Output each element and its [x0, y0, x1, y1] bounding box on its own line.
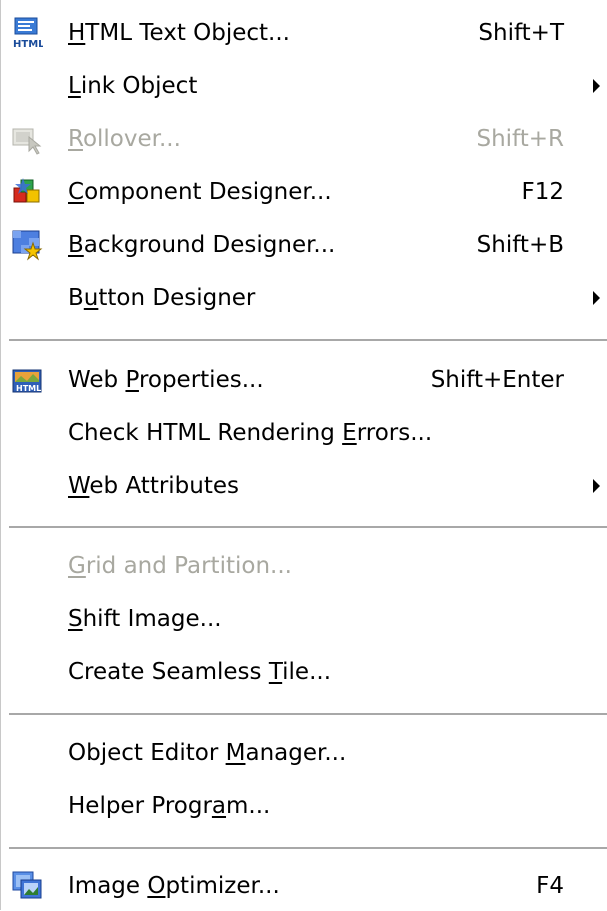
shortcut-text: F4: [536, 873, 564, 899]
menu-item-label: Background Designer...: [68, 232, 336, 258]
rollover-icon: [11, 123, 43, 155]
html-text-object-icon: HTML: [11, 17, 45, 50]
svg-text:HTML: HTML: [13, 39, 43, 49]
menu-item-label: Grid and Partition...: [68, 553, 292, 579]
menu-item-check-html-rendering-errors[interactable]: Check HTML Rendering Errors...: [1, 408, 607, 458]
menu-item-label: Check HTML Rendering Errors...: [68, 420, 433, 446]
menu-item-label: Link Object: [68, 73, 198, 99]
menu-item-label: HTML Text Object...: [68, 20, 290, 46]
menu-separator: [9, 847, 607, 850]
menu-item-label: Rollover...: [68, 126, 181, 152]
submenu-arrow-icon: [593, 79, 600, 93]
menu-item-label: Web Properties...: [68, 367, 264, 393]
menu-item-label: Object Editor Manager...: [68, 740, 347, 766]
menu-item-label: Shift Image...: [68, 606, 222, 632]
shortcut-text: Shift+T: [478, 20, 564, 46]
shortcut-text: F12: [521, 179, 565, 205]
menu-item-button-designer[interactable]: Button Designer: [1, 273, 607, 323]
menu-item-shift-image[interactable]: Shift Image...: [1, 594, 607, 644]
menu-item-label: Button Designer: [68, 285, 256, 311]
menu-separator: [9, 339, 607, 342]
menu-item-create-seamless-tile[interactable]: Create Seamless Tile...: [1, 647, 607, 697]
shortcut-text: Shift+Enter: [430, 367, 564, 393]
image-optimizer-icon: [11, 870, 43, 902]
menu-item-link-object[interactable]: Link Object: [1, 61, 607, 111]
menu-item-component-designer[interactable]: Component Designer... F12: [1, 167, 607, 217]
background-designer-icon: [11, 229, 43, 261]
menu-item-web-properties[interactable]: HTML Web Properties... Shift+Enter: [1, 355, 607, 405]
menu-item-label: Component Designer...: [68, 179, 332, 205]
menu-item-helper-program[interactable]: Helper Program...: [1, 781, 607, 831]
component-designer-icon: [11, 176, 43, 208]
menu-item-grid-and-partition[interactable]: Grid and Partition...: [1, 541, 607, 591]
context-menu: HTML HTML Text Object... Shift+T Link Ob…: [0, 0, 607, 910]
menu-separator: [9, 713, 607, 716]
menu-item-html-text-object[interactable]: HTML HTML Text Object... Shift+T: [1, 8, 607, 58]
svg-text:HTML: HTML: [16, 384, 41, 393]
menu-item-image-optimizer[interactable]: Image Optimizer... F4: [1, 861, 607, 911]
submenu-arrow-icon: [593, 291, 600, 305]
shortcut-text: Shift+B: [476, 232, 564, 258]
menu-item-label: Create Seamless Tile...: [68, 659, 332, 685]
shortcut-text: Shift+R: [476, 126, 564, 152]
web-properties-icon: HTML: [11, 364, 43, 396]
submenu-arrow-icon: [593, 479, 600, 493]
menu-item-label: Helper Program...: [68, 793, 271, 819]
menu-item-web-attributes[interactable]: Web Attributes: [1, 461, 607, 511]
menu-item-background-designer[interactable]: Background Designer... Shift+B: [1, 220, 607, 270]
menu-item-object-editor-manager[interactable]: Object Editor Manager...: [1, 728, 607, 778]
menu-item-rollover[interactable]: Rollover... Shift+R: [1, 114, 607, 164]
menu-item-label: Image Optimizer...: [68, 873, 280, 899]
menu-item-label: Web Attributes: [68, 473, 240, 499]
menu-separator: [9, 526, 607, 529]
